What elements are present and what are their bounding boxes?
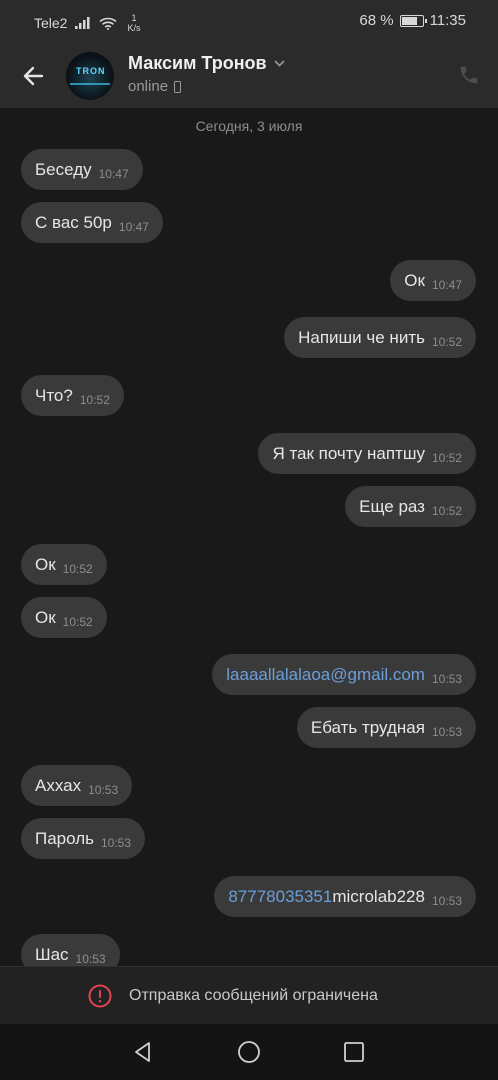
message-bubble-incoming[interactable]: Ок 10:52 [21,597,107,638]
phone-call-icon[interactable] [458,64,480,86]
message-time: 10:47 [431,278,462,292]
recents-square-icon[interactable] [342,1040,366,1064]
message-time: 10:53 [431,672,462,686]
network-speed: 1 K/s [127,13,140,33]
email-link[interactable]: laaaallalalaoa@gmail.com [226,665,425,684]
message-bubble-incoming[interactable]: Беседу 10:47 [21,149,143,190]
home-circle-icon[interactable] [237,1040,261,1064]
contact-name-row[interactable]: Максим Тронов [128,53,285,74]
message-text: Пароль [35,829,94,848]
message-bubble-incoming[interactable]: Ок 10:52 [21,544,107,585]
chevron-down-icon[interactable] [274,60,285,67]
contact-status: online [128,78,285,95]
notice-content: Отправка сообщений ограничена [88,984,378,1008]
message-text: microlab228 [332,887,425,906]
network-speed-unit: K/s [127,23,141,33]
status-left: Tele2 1 K/s [34,13,140,33]
message-bubble-outgoing[interactable]: Еще раз 10:52 [345,486,476,527]
status-right: 68 % 11:35 [359,12,466,29]
message-bubble-incoming[interactable]: С вас 50р 10:47 [21,202,163,243]
battery-icon [399,14,427,27]
wifi-icon [99,17,117,30]
message-text: Беседу [35,160,92,179]
message-bubble-outgoing[interactable]: laaaallalalaoa@gmail.com 10:53 [212,654,476,695]
message-bubble-incoming[interactable]: Аххах 10:53 [21,765,133,806]
message-time: 10:52 [431,451,462,465]
carrier-label: Tele2 [34,15,68,31]
message-time: 10:53 [101,836,132,850]
message-bubble-outgoing[interactable]: 87778035351microlab228 10:53 [214,876,476,917]
message-text: Ок [35,555,56,574]
notice-text: Отправка сообщений ограничена [129,987,378,1004]
contact-name: Максим Тронов [128,53,267,73]
back-triangle-icon[interactable] [131,1040,155,1064]
avatar-grid-line [70,83,110,85]
message-text: С вас 50р [35,213,112,232]
message-time: 10:52 [62,562,93,576]
message-text: Ок [35,608,56,627]
message-time: 10:52 [79,393,110,407]
mobile-device-icon [174,80,182,93]
message-time: 10:53 [431,894,462,908]
clock: 11:35 [429,12,466,29]
message-time: 10:47 [118,220,149,234]
phone-number-link[interactable]: 87778035351 [228,887,332,906]
message-text: Шас [35,945,69,964]
message-text: Что? [35,386,73,405]
battery-percent: 68 % [359,12,394,29]
signal-icon [75,17,90,29]
message-time: 10:52 [62,615,93,629]
message-bubble-outgoing[interactable]: Я так почту наптшу 10:52 [258,433,476,474]
message-text: Аххах [35,776,82,795]
message-bubble-outgoing[interactable]: Ок 10:47 [390,260,476,301]
status-bar: Tele2 1 K/s 68 % 11:35 [0,0,498,44]
back-arrow-icon[interactable] [20,62,48,90]
message-text: Напиши че нить [298,328,425,347]
battery-fill [401,16,417,25]
contact-title[interactable]: Максим Тронов online [128,53,285,95]
date-separator: Сегодня, 3 июля [195,118,303,134]
message-text: Еще раз [359,497,425,516]
message-list[interactable]: Сегодня, 3 июля Беседу 10:47 С вас 50р 10:… [0,108,498,966]
message-bubble-outgoing[interactable]: Напиши че нить 10:52 [284,317,476,358]
message-time: 10:52 [431,335,462,349]
message-time: 10:47 [98,167,129,181]
message-bubble-outgoing[interactable]: Ебать трудная 10:53 [296,707,476,748]
chat-header: TRON Максим Тронов online [0,44,498,108]
message-time: 10:52 [431,504,462,518]
error-icon [88,984,112,1008]
online-status: online [128,78,169,95]
message-time: 10:53 [88,783,119,797]
message-text: Я так почту наптшу [272,444,425,463]
message-time: 10:53 [431,725,462,739]
messaging-restricted-banner: Отправка сообщений ограничена [0,966,498,1024]
avatar[interactable]: TRON [66,52,114,100]
avatar-logo-text: TRON [76,66,106,76]
network-speed-value: 1 [131,13,137,23]
message-bubble-incoming[interactable]: Шас 10:53 [21,934,120,966]
message-text: Ебать трудная [310,718,425,737]
message-bubble-incoming[interactable]: Пароль 10:53 [21,818,146,859]
system-navigation-bar [0,1024,498,1080]
message-bubble-incoming[interactable]: Что? 10:52 [21,375,124,416]
message-time: 10:53 [75,952,106,966]
message-text: Ок [404,271,425,290]
